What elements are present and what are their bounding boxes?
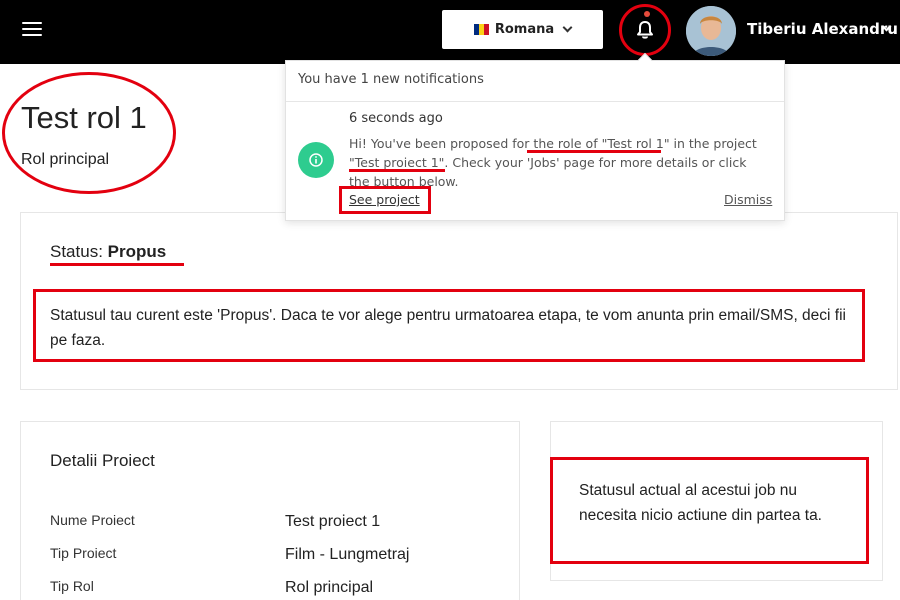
divider (286, 101, 784, 102)
bell-icon (637, 21, 653, 39)
detail-value: Test proiect 1 (285, 513, 381, 530)
status-description: Statusul tau curent este 'Propus'. Daca … (50, 307, 846, 349)
notification-message: Hi! You've been proposed for the role of… (349, 136, 757, 189)
detail-label: Tip Proiect (50, 545, 117, 561)
status-line: Status: Propus (50, 242, 166, 262)
info-text: Statusul actual al acestui job nu necesi… (579, 482, 822, 524)
chevron-down-icon (562, 22, 573, 33)
detail-value: Rol principal (285, 579, 374, 596)
detail-label: Tip Rol (50, 578, 94, 594)
see-project-link[interactable]: See project (349, 192, 420, 207)
language-label: Romana (494, 22, 555, 37)
status-label: Status: (50, 242, 103, 261)
romania-flag-icon (473, 24, 489, 35)
detail-value: Film - Lungmetraj (285, 546, 410, 563)
user-name[interactable]: Tiberiu Alexandru (747, 20, 898, 38)
highlight-underline (527, 150, 661, 153)
project-details-card (20, 421, 520, 600)
notification-time: 6 seconds ago (349, 111, 443, 126)
highlight-underline (50, 263, 184, 266)
detail-label: Nume Proiect (50, 512, 135, 528)
project-details-title: Detalii Proiect (50, 451, 155, 470)
language-selector[interactable]: Romana (442, 10, 603, 49)
page-title: Test rol 1 (21, 100, 147, 135)
hamburger-menu-icon[interactable] (22, 22, 42, 38)
avatar[interactable] (686, 6, 736, 56)
notification-header: You have 1 new notifications (298, 72, 484, 87)
dismiss-link[interactable]: Dismiss (724, 192, 772, 207)
highlight-underline (349, 169, 445, 172)
notifications-button[interactable] (619, 4, 671, 56)
status-value: Propus (107, 242, 167, 261)
page-subtitle: Rol principal (21, 151, 110, 168)
info-icon (298, 142, 334, 178)
unread-dot (644, 11, 650, 17)
